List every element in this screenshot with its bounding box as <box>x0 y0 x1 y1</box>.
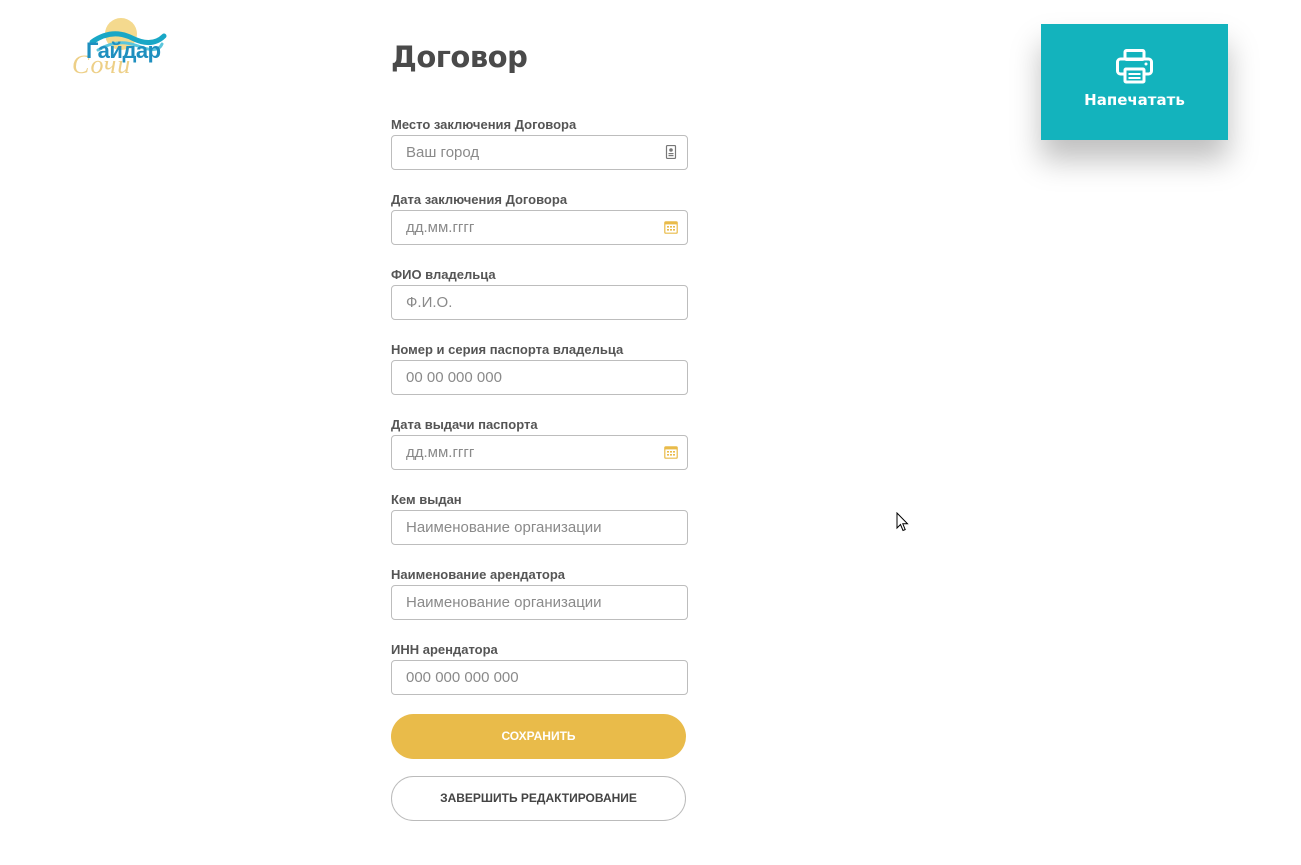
input-box <box>391 435 688 470</box>
calendar-icon[interactable] <box>664 220 678 234</box>
field-issued-by: Кем выдан <box>391 492 691 567</box>
tenant-name-input[interactable] <box>392 586 646 619</box>
field-passport-number: Номер и серия паспорта владельца <box>391 342 691 417</box>
contract-date-input[interactable] <box>392 211 646 244</box>
print-button[interactable]: Напечатать <box>1041 24 1228 140</box>
site-logo[interactable]: Сочи Гайдар <box>72 14 172 78</box>
print-button-label: Напечатать <box>1084 91 1185 109</box>
input-box <box>391 660 688 695</box>
input-box <box>391 285 688 320</box>
tenant-inn-input[interactable] <box>392 661 646 694</box>
page-title: Договор <box>391 40 528 74</box>
contract-page: Сочи Гайдар Договор Место заключения Дог… <box>0 0 1301 865</box>
field-label: ФИО владельца <box>391 267 496 282</box>
input-box <box>391 360 688 395</box>
field-label: Наименование арендатора <box>391 567 566 582</box>
input-box <box>391 135 688 170</box>
field-contract-date: Дата заключения Договора <box>391 192 691 267</box>
field-label: Место заключения Договора <box>391 117 577 132</box>
field-label: ИНН арендатора <box>391 642 498 657</box>
input-box <box>391 585 688 620</box>
logo-wordmark: Гайдар <box>86 38 161 63</box>
field-tenant-inn: ИНН арендатора <box>391 642 691 717</box>
printer-icon <box>1116 49 1153 84</box>
contact-card-icon <box>665 145 677 159</box>
field-tenant-name: Наименование арендатора <box>391 567 691 642</box>
field-label: Дата выдачи паспорта <box>391 417 538 432</box>
passport-number-input[interactable] <box>392 361 646 394</box>
field-label: Номер и серия паспорта владельца <box>391 342 624 357</box>
input-box <box>391 510 688 545</box>
issued-by-input[interactable] <box>392 511 646 544</box>
owner-name-input[interactable] <box>392 286 646 319</box>
field-label: Кем выдан <box>391 492 462 507</box>
calendar-icon[interactable] <box>664 445 678 459</box>
field-contract-place: Место заключения Договора <box>391 117 691 192</box>
passport-issue-date-input[interactable] <box>392 436 646 469</box>
field-owner-name: ФИО владельца <box>391 267 691 342</box>
finish-editing-button[interactable]: ЗАВЕРШИТЬ РЕДАКТИРОВАНИЕ <box>391 776 686 821</box>
mouse-cursor-icon <box>896 512 909 532</box>
contract-form: Место заключения Договора Дата заключени… <box>391 117 691 717</box>
contract-place-input[interactable] <box>392 136 646 169</box>
field-passport-issue-date: Дата выдачи паспорта <box>391 417 691 492</box>
input-box <box>391 210 688 245</box>
save-button[interactable]: СОХРАНИТЬ <box>391 714 686 759</box>
field-label: Дата заключения Договора <box>391 192 568 207</box>
